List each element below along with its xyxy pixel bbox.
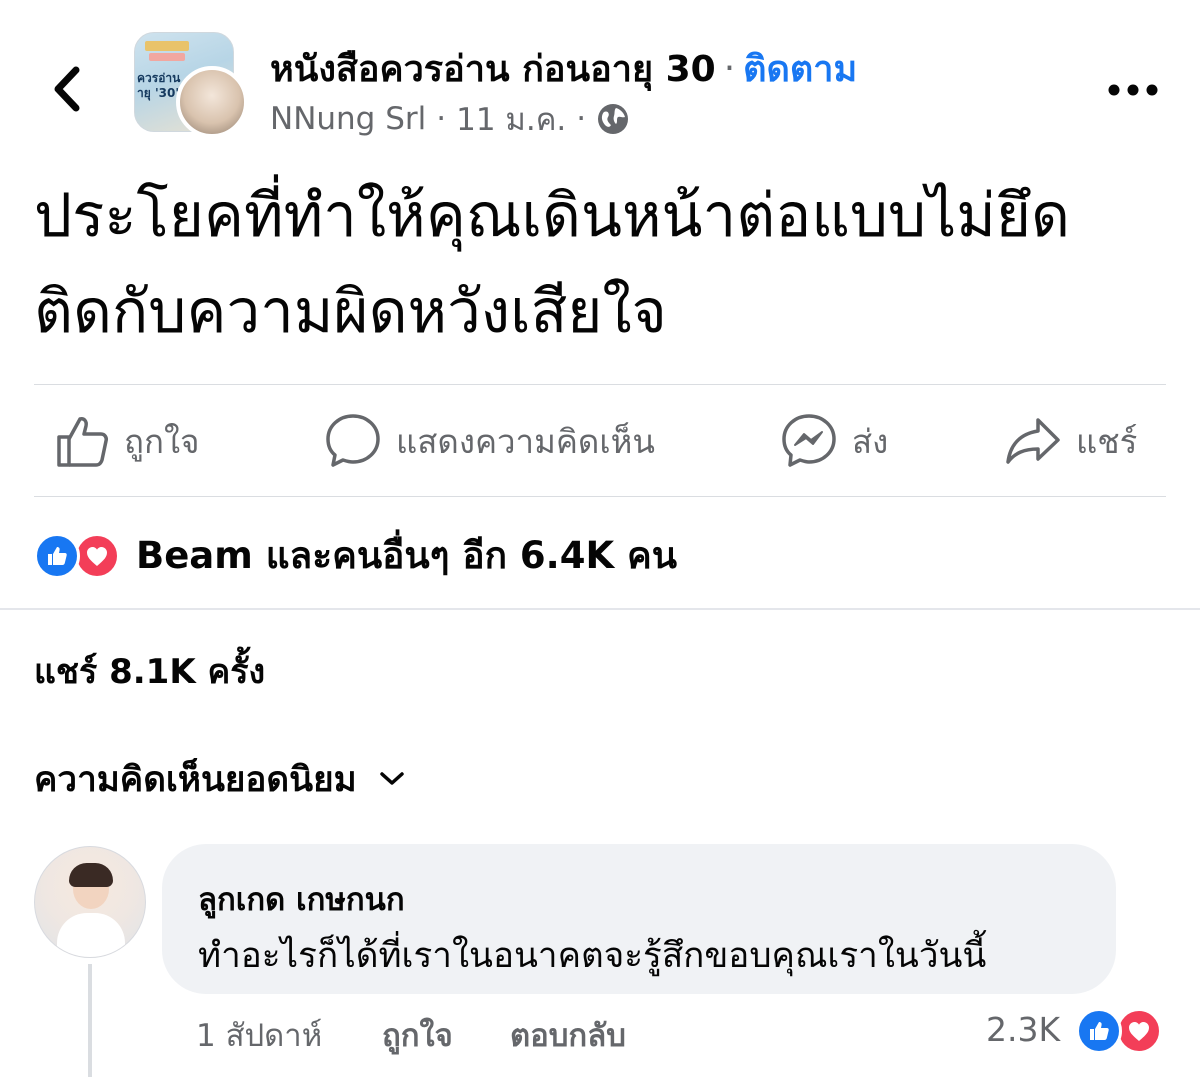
share-count[interactable]: แชร์ 8.1K ครั้ง [34,644,265,698]
comment-sort-label: ความคิดเห็นยอดนิยม [34,759,357,800]
reaction-icons [34,531,126,579]
comment-bubble[interactable]: ลูกเกด เกษกนก ทำอะไรก็ได้ที่เราในอนาคตจะ… [162,844,1116,994]
comment-button[interactable]: แสดงความคิดเห็น [324,408,655,474]
messenger-icon [780,412,838,470]
divider [34,496,1166,497]
post-text-line: ติดกับความผิดหวังเสียใจ [34,277,667,347]
commenter-avatar[interactable] [34,846,146,958]
chevron-down-icon [379,771,405,787]
author-name[interactable]: NNung Srl [270,101,426,137]
love-reaction-icon [74,533,120,579]
comment-time[interactable]: 1 สัปดาห์ [196,1010,322,1060]
separator-dot: · [436,101,447,137]
section-divider [0,608,1200,610]
post-detail-page: ควรอ่าน ายุ '30' หนังสือควรอ่าน ก่อนอายุ… [0,0,1200,1077]
thumbs-up-icon [52,412,110,470]
comment-reaction-count[interactable]: 2.3K [986,1010,1060,1049]
love-reaction-icon [1116,1008,1162,1054]
like-reaction-icon [1076,1008,1122,1054]
group-name-link[interactable]: หนังสือควรอ่าน ก่อนอายุ 30 [270,40,716,97]
more-horizontal-icon [1108,84,1158,96]
post-meta: NNung Srl · 11 ม.ค. · [270,98,630,140]
post-date[interactable]: 11 ม.ค. [456,94,566,144]
reactions-text: Beam และคนอื่นๆ อีก 6.4K คน [136,533,678,577]
reactions-summary[interactable]: Beam และคนอื่นๆ อีก 6.4K คน [34,530,677,580]
more-options-button[interactable] [1100,70,1166,110]
like-label: ถูกใจ [124,421,200,461]
thumbnail-text: ควรอ่าน ายุ '30' [137,71,181,100]
comment-reaction-icons[interactable] [1076,1006,1168,1054]
separator-dot: · [576,101,587,137]
thread-line [88,964,92,1077]
share-arrow-icon [1004,412,1062,470]
follow-button[interactable]: ติดตาม [743,40,857,97]
like-reaction-icon [34,533,80,579]
send-label: ส่ง [852,421,889,461]
comment-text: ทำอะไรก็ได้ที่เราในอนาคตจะรู้สึกขอบคุณเร… [198,936,987,976]
author-avatar[interactable] [176,66,248,138]
post-body: ประโยคที่ทำให้คุณเดินหน้าต่อแบบไม่ยึด ติ… [34,168,1154,360]
group-title-line: หนังสือควรอ่าน ก่อนอายุ 30 · ติดตาม [270,44,857,92]
comment-label: แสดงความคิดเห็น [396,421,655,461]
comment-like-button[interactable]: ถูกใจ [382,1010,453,1060]
like-button[interactable]: ถูกใจ [52,408,199,474]
comment-author[interactable]: ลูกเกด เกษกนก [198,874,405,924]
separator-dot: · [723,47,736,89]
divider [34,384,1166,385]
back-button[interactable] [40,62,94,116]
share-button[interactable]: แชร์ [1004,408,1137,474]
send-button[interactable]: ส่ง [780,408,888,474]
group-avatar[interactable]: ควรอ่าน ายุ '30' [134,32,254,138]
comment-reply-button[interactable]: ตอบกลับ [510,1010,626,1060]
share-label: แชร์ [1076,421,1138,461]
chevron-left-icon [54,66,80,112]
post-text-line: ประโยคที่ทำให้คุณเดินหน้าต่อแบบไม่ยึด [34,181,1070,251]
globe-icon [596,102,630,136]
comment-bubble-icon [324,412,382,470]
comment-sort-dropdown[interactable]: ความคิดเห็นยอดนิยม [34,756,405,802]
